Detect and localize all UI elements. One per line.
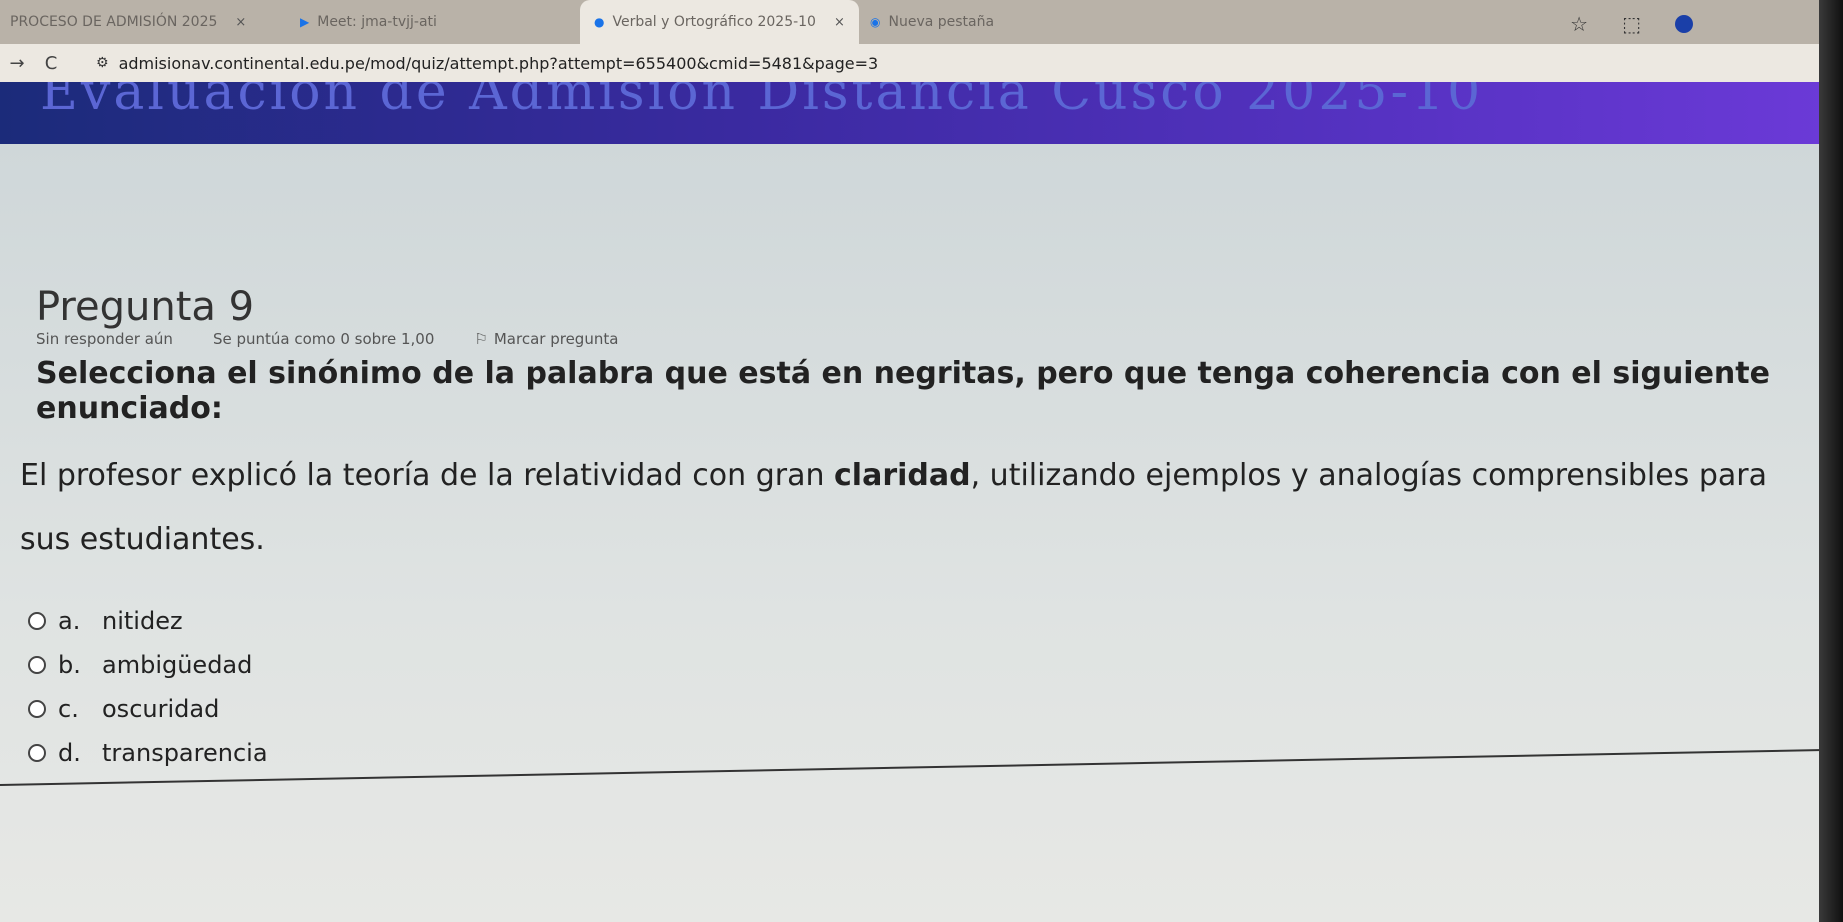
- question-text-before: El profesor explicó la teoría de la rela…: [20, 458, 835, 493]
- option-text: transparencia: [102, 739, 268, 767]
- option-letter: c.: [58, 695, 79, 723]
- question-instruction: Selecciona el sinónimo de la palabra que…: [36, 356, 1770, 426]
- section-divider: [0, 748, 1843, 786]
- tab-verbal-ortografico[interactable]: ● Verbal y Ortográfico 2025-10 ×: [580, 0, 859, 44]
- option-c[interactable]: c. oscuridad: [28, 687, 268, 731]
- option-letter: a.: [58, 607, 81, 635]
- banner-title: Evaluación de Admisión Distancia Cusco 2…: [40, 82, 1484, 122]
- quiz-content: Pregunta 9 Sin responder aún Se puntúa c…: [0, 144, 1843, 922]
- option-text: ambigüedad: [102, 651, 253, 679]
- site-favicon-icon: ●: [594, 15, 605, 29]
- question-bold-word: claridad: [834, 458, 971, 493]
- meet-icon: ▶: [300, 15, 310, 29]
- reload-icon[interactable]: C: [34, 53, 68, 74]
- chrome-icon: ◉: [870, 15, 881, 29]
- option-a[interactable]: a. nitidez: [28, 599, 268, 643]
- tab-proceso-admision[interactable]: PROCESO DE ADMISIÓN 2025 ×: [10, 0, 246, 44]
- option-d[interactable]: d. transparencia: [28, 731, 268, 775]
- tab-meet[interactable]: ▶ Meet: jma-tvjj-ati: [300, 0, 437, 44]
- browser-toolbar: → C ⚙ admisionav.continental.edu.pe/mod/…: [0, 44, 1843, 82]
- option-letter: d.: [58, 739, 81, 767]
- tab-label: Nueva pestaña: [888, 14, 995, 30]
- answer-options: a. nitidez b. ambigüedad c. oscuridad d.…: [28, 599, 268, 775]
- tab-close-icon[interactable]: ×: [235, 15, 246, 30]
- extensions-icon[interactable]: ⬚: [1622, 12, 1641, 36]
- radio-button[interactable]: [28, 744, 46, 762]
- radio-button[interactable]: [28, 700, 46, 718]
- site-info-icon[interactable]: ⚙: [96, 55, 109, 71]
- forward-icon[interactable]: →: [0, 53, 34, 74]
- monitor-bezel: [1819, 0, 1843, 922]
- radio-button[interactable]: [28, 612, 46, 630]
- tab-label: PROCESO DE ADMISIÓN 2025: [10, 14, 218, 30]
- question-text: El profesor explicó la teoría de la rela…: [20, 444, 1800, 572]
- option-text: nitidez: [102, 607, 183, 635]
- tab-label: Verbal y Ortográfico 2025-10: [612, 14, 816, 30]
- tab-label: Meet: jma-tvjj-ati: [317, 14, 437, 30]
- option-text: oscuridad: [102, 695, 220, 723]
- tab-close-icon[interactable]: ×: [834, 15, 845, 30]
- option-b[interactable]: b. ambigüedad: [28, 643, 268, 687]
- bookmark-star-icon[interactable]: ☆: [1570, 12, 1588, 36]
- option-letter: b.: [58, 651, 81, 679]
- address-bar-url[interactable]: admisionav.continental.edu.pe/mod/quiz/a…: [119, 54, 879, 73]
- profile-avatar[interactable]: [1675, 15, 1693, 33]
- chrome-actions: ☆ ⬚: [1570, 12, 1693, 36]
- tab-nueva-pestana[interactable]: ◉ Nueva pestaña: [870, 0, 994, 44]
- course-banner: Evaluación de Admisión Distancia Cusco 2…: [0, 82, 1843, 144]
- browser-tab-strip: PROCESO DE ADMISIÓN 2025 × ▶ Meet: jma-t…: [0, 0, 1843, 44]
- radio-button[interactable]: [28, 656, 46, 674]
